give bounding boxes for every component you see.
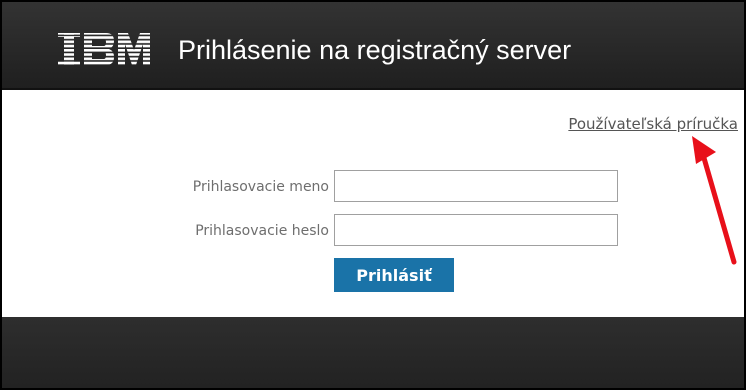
login-button[interactable]: Prihlásiť — [334, 258, 454, 292]
password-input[interactable] — [334, 214, 618, 246]
ibm-logo-icon — [58, 33, 150, 65]
username-label: Prihlasovacie meno — [192, 179, 329, 195]
ibm-logo — [56, 32, 152, 66]
user-manual-link[interactable]: Používateľská príručka — [568, 115, 738, 133]
footer-bar — [2, 317, 744, 388]
page-title: Prihlásenie na registračný server — [178, 35, 572, 65]
red-arrow-icon — [692, 136, 737, 265]
header-bar: Prihlásenie na registračný server — [2, 2, 744, 90]
username-input[interactable] — [334, 170, 618, 202]
login-window: Prihlásenie na registračný server Použív… — [0, 0, 746, 390]
password-label: Prihlasovacie heslo — [195, 223, 329, 239]
